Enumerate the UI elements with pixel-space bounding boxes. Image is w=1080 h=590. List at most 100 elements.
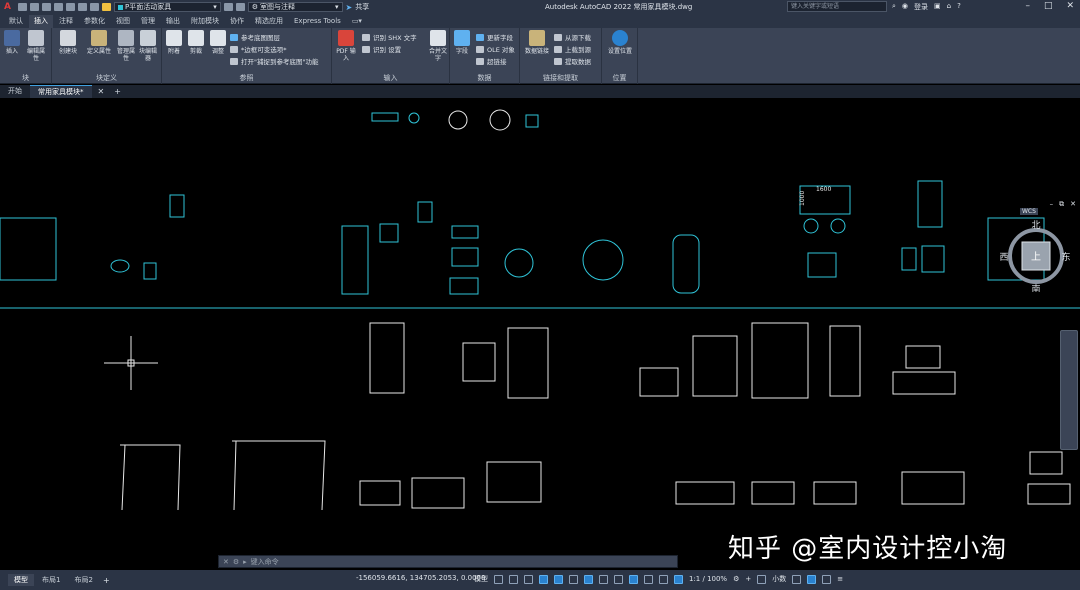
- cart-icon[interactable]: ▣: [934, 2, 941, 12]
- ribbon-tab[interactable]: 默认: [4, 15, 28, 28]
- close-viewport-icon[interactable]: ✕: [1070, 200, 1076, 209]
- units-dropdown[interactable]: 小数: [772, 574, 786, 584]
- close-tab-icon[interactable]: ✕: [98, 87, 105, 96]
- login-label[interactable]: 登录: [914, 2, 928, 12]
- ribbon-tab[interactable]: 注释: [54, 15, 78, 28]
- snap-mode-icon[interactable]: [509, 574, 518, 584]
- autocad-logo[interactable]: A: [4, 2, 18, 12]
- user-icon[interactable]: ◉: [902, 2, 908, 12]
- recognize-settings-button[interactable]: 识别 设置: [362, 44, 401, 54]
- snap-underlay-button[interactable]: 打开"捕捉到参考底图"功能: [230, 56, 318, 66]
- plus-icon[interactable]: +: [745, 575, 751, 583]
- download-source-button[interactable]: 从源下载: [554, 32, 591, 42]
- compass-west[interactable]: 西: [1000, 252, 1009, 263]
- workspace-dropdown[interactable]: ⚙ 室图与注释 ▾: [247, 2, 343, 12]
- recognize-shx-button[interactable]: 识别 SHX 文字: [362, 32, 417, 42]
- polar-tracking-icon[interactable]: [554, 574, 563, 584]
- dynamic-input-icon[interactable]: [524, 574, 533, 584]
- new-tab-icon[interactable]: +: [114, 87, 121, 96]
- ribbon-minimize-icon[interactable]: ▭▾: [347, 15, 367, 28]
- ribbon-tab[interactable]: 精选应用: [250, 15, 288, 28]
- upload-source-button[interactable]: 上载到源: [554, 44, 591, 54]
- frames-dropdown[interactable]: *边框可变选项*: [230, 44, 287, 54]
- pdf-import-button[interactable]: PDF 输入: [336, 30, 356, 62]
- autodesk-a360-icon[interactable]: ⌂: [947, 2, 951, 12]
- manage-attributes-button[interactable]: 管理属性: [116, 30, 136, 62]
- match-layer-icon[interactable]: [223, 3, 233, 11]
- new-file-icon[interactable]: [18, 3, 27, 11]
- minimize-icon[interactable]: –: [1025, 1, 1030, 11]
- data-link-button[interactable]: 数据链接: [524, 30, 550, 55]
- restore-viewport-icon[interactable]: ⧉: [1059, 200, 1064, 209]
- ribbon-tab[interactable]: 附加模块: [186, 15, 224, 28]
- scale-dropdown[interactable]: 1:1 / 100%: [689, 575, 727, 583]
- save-as-icon[interactable]: [54, 3, 63, 11]
- define-attributes-button[interactable]: 定义属性: [86, 30, 112, 55]
- model-space-toggle[interactable]: 模型: [474, 574, 488, 584]
- hyperlink-button[interactable]: 超链接: [476, 56, 507, 66]
- gear-icon[interactable]: ⚙: [733, 575, 739, 583]
- navigation-bar[interactable]: [1060, 330, 1078, 450]
- ribbon-tab[interactable]: 参数化: [79, 15, 110, 28]
- clip-button[interactable]: 剪裁: [186, 30, 206, 55]
- drawing-canvas[interactable]: 1600 1000 – ⧉ ✕ 北 南 东 西 上 WCS: [0, 98, 1080, 570]
- edit-attributes-button[interactable]: 编辑属性: [26, 30, 46, 62]
- ole-object-button[interactable]: OLE 对象: [476, 44, 515, 54]
- document-tab[interactable]: 开始: [0, 85, 30, 98]
- document-tab[interactable]: 常用家具模块*: [30, 85, 92, 98]
- combine-text-button[interactable]: 合并文字: [428, 30, 448, 62]
- extract-data-button[interactable]: 提取数据: [554, 56, 591, 66]
- adjust-button[interactable]: 调整: [208, 30, 228, 55]
- compass-east[interactable]: 东: [1061, 251, 1070, 263]
- units-icon[interactable]: [757, 574, 767, 584]
- layout-tab[interactable]: 布局2: [68, 574, 98, 586]
- block-panel-title[interactable]: 块: [0, 73, 51, 83]
- wrench-icon[interactable]: ⚙: [233, 558, 239, 566]
- lineweight-icon[interactable]: [599, 574, 608, 584]
- ortho-icon[interactable]: [539, 574, 548, 584]
- annotation-visibility-icon[interactable]: [674, 574, 683, 584]
- search-input[interactable]: 键入关键字或短语: [787, 1, 887, 12]
- close-icon[interactable]: ✕: [223, 558, 229, 566]
- command-input[interactable]: 键入命令: [251, 557, 279, 567]
- viewcube[interactable]: 北 南 东 西 上: [1000, 220, 1072, 292]
- compass-north[interactable]: 北: [1031, 220, 1040, 231]
- share-label[interactable]: 共享: [355, 2, 369, 12]
- attach-button[interactable]: 附着: [164, 30, 184, 55]
- ribbon-tab[interactable]: 协作: [225, 15, 249, 28]
- underlay-layers-button[interactable]: 参考底图图层: [230, 32, 280, 42]
- create-block-button[interactable]: 创建块: [58, 30, 78, 55]
- layer-state-icon[interactable]: [235, 3, 245, 11]
- viewcube-top-face[interactable]: 上: [1031, 251, 1041, 263]
- command-line[interactable]: ✕ ⚙ ▸ 键入命令: [218, 555, 678, 568]
- layout-tab[interactable]: 模型: [8, 574, 34, 586]
- ribbon-tab[interactable]: 插入: [29, 15, 53, 28]
- ribbon-tab[interactable]: Express Tools: [289, 15, 346, 28]
- 3d-osnap-icon[interactable]: [644, 574, 653, 584]
- help-icon[interactable]: ?: [957, 2, 961, 12]
- transparency-icon[interactable]: [614, 574, 623, 584]
- customize-menu-icon[interactable]: ≡: [837, 575, 843, 583]
- add-layout-icon[interactable]: +: [103, 576, 110, 585]
- plot-icon[interactable]: [66, 3, 75, 11]
- undo-icon[interactable]: [78, 3, 87, 11]
- update-fields-button[interactable]: 更新字段: [476, 32, 513, 42]
- fullscreen-icon[interactable]: [822, 574, 832, 584]
- layout-tab[interactable]: 布局1: [36, 574, 66, 586]
- grid-icon[interactable]: [494, 574, 503, 584]
- command-icon[interactable]: ▸: [243, 558, 247, 566]
- share-icon[interactable]: ➤: [346, 3, 353, 12]
- binoculars-icon[interactable]: ⌕: [892, 2, 896, 12]
- isodraft-icon[interactable]: [569, 574, 578, 584]
- block-editor-button[interactable]: 块编辑器: [138, 30, 158, 62]
- layer-light-icon[interactable]: [102, 3, 111, 11]
- field-button[interactable]: 字段: [452, 30, 472, 55]
- reference-panel-title[interactable]: 参照: [162, 73, 331, 83]
- ribbon-tab[interactable]: 视图: [111, 15, 135, 28]
- redo-icon[interactable]: [90, 3, 99, 11]
- dynamic-ucs-icon[interactable]: [659, 574, 668, 584]
- object-snap-icon[interactable]: [584, 574, 593, 584]
- ribbon-tab[interactable]: 管理: [136, 15, 160, 28]
- set-location-button[interactable]: 设置位置: [608, 30, 632, 55]
- insert-block-button[interactable]: 插入: [2, 30, 22, 55]
